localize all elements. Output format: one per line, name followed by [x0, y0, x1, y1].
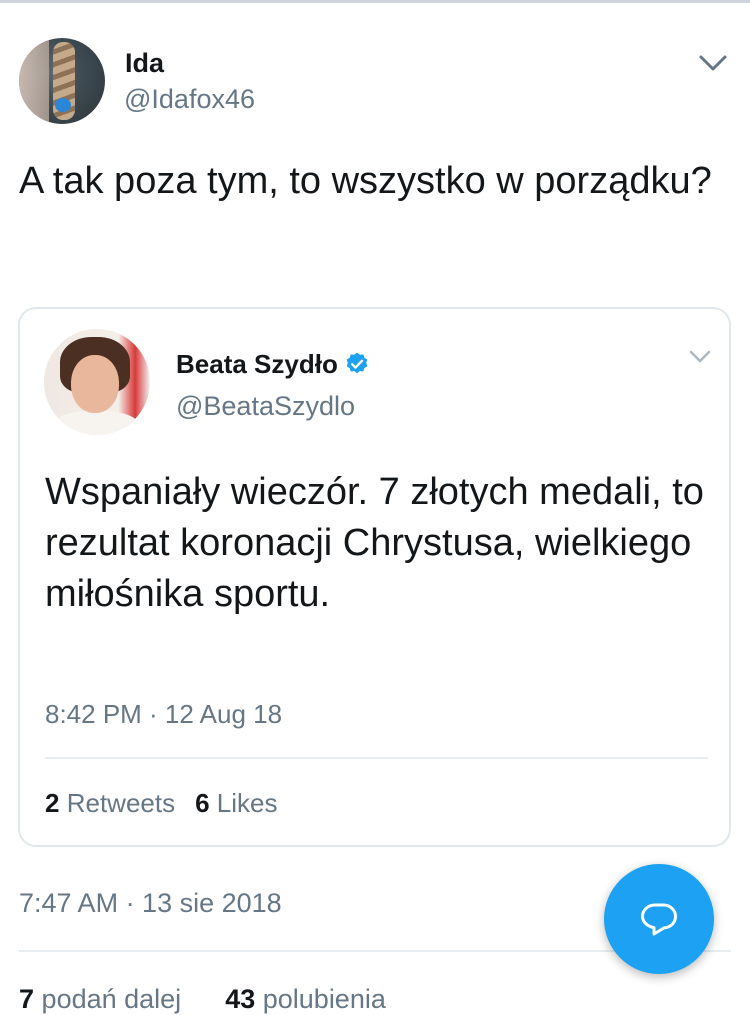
quoted-author-avatar[interactable]: [44, 329, 150, 435]
quoted-author-handle[interactable]: @BeataSzydlo: [176, 391, 355, 422]
verified-badge-icon: [346, 352, 368, 374]
likes-count[interactable]: 43: [225, 984, 255, 1014]
quoted-tweet-stats: 2 Retweets 6 Likes: [45, 788, 278, 819]
quoted-retweets-label[interactable]: Retweets: [67, 788, 175, 818]
reply-bubble-icon: [641, 903, 677, 936]
chevron-down-icon[interactable]: [698, 52, 728, 74]
likes-label[interactable]: polubienia: [263, 984, 386, 1014]
top-separator: [0, 0, 750, 3]
quoted-likes-count[interactable]: 6: [195, 788, 209, 818]
quoted-author-name[interactable]: Beata Szydło: [176, 349, 338, 379]
tweet-stats: 7 podań dalej 43 polubienia: [19, 984, 386, 1015]
reply-fab-button[interactable]: [604, 864, 714, 974]
author-handle[interactable]: @Idafox46: [124, 84, 255, 115]
quoted-tweet-text: Wspaniały wieczór. 7 złotych medali, to …: [45, 471, 704, 615]
divider: [45, 757, 708, 759]
quoted-likes-label[interactable]: Likes: [217, 788, 278, 818]
quoted-retweets-count[interactable]: 2: [45, 788, 59, 818]
retweets-count[interactable]: 7: [19, 984, 34, 1014]
author-name[interactable]: Ida: [125, 48, 164, 79]
tweet-timestamp: 7:47 AM · 13 sie 2018: [19, 888, 282, 918]
quoted-tweet-card[interactable]: Beata Szydło @BeataSzydlo Wspaniały wiec…: [18, 307, 731, 847]
chevron-down-icon[interactable]: [688, 349, 712, 365]
author-avatar[interactable]: [19, 38, 105, 124]
quoted-tweet-timestamp: 8:42 PM · 12 Aug 18: [45, 699, 283, 729]
quoted-author-name-row[interactable]: Beata Szydło: [176, 349, 370, 380]
tweet-text: A tak poza tym, to wszystko w porządku?: [19, 160, 712, 202]
retweets-label[interactable]: podań dalej: [42, 984, 182, 1014]
